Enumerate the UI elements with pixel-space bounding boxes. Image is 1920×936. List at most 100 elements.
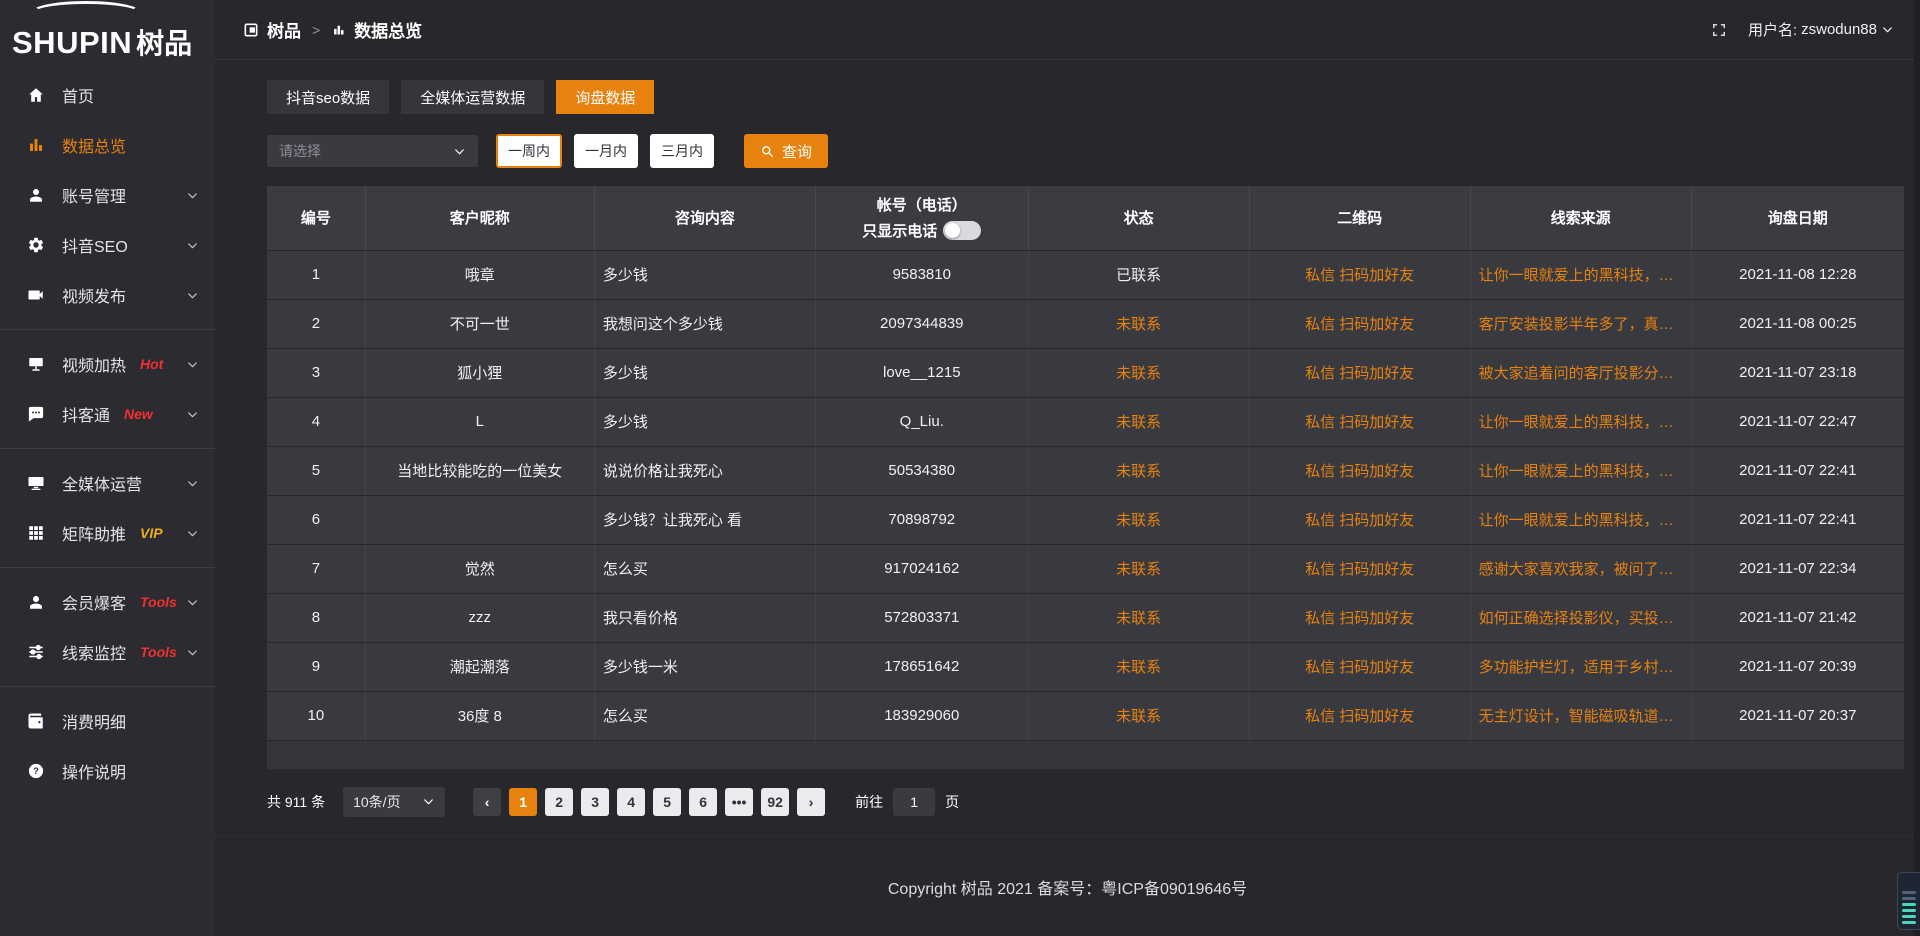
column-header-date: 询盘日期	[1691, 186, 1904, 250]
cell-qr-action[interactable]: 私信 扫码加好友	[1249, 397, 1470, 446]
user-area: 用户名: zswodun88	[1710, 19, 1894, 40]
sidebar-item-video-publish[interactable]: 视频发布	[0, 270, 215, 320]
cell-source-link[interactable]: 让你一眼就爱上的黑科技，能...	[1470, 250, 1691, 299]
pagination-page-5[interactable]: 5	[653, 788, 681, 816]
cell-status: 未联系	[1028, 495, 1249, 544]
cell-status: 已联系	[1028, 250, 1249, 299]
pagination-page-2[interactable]: 2	[545, 788, 573, 816]
period-buttons: 一周内一月内三月内	[496, 134, 714, 168]
cell-content: 多少钱一米	[594, 642, 815, 691]
sidebar-item-home[interactable]: 首页	[0, 70, 215, 120]
sidebar-divider	[0, 448, 215, 449]
user-menu[interactable]: 用户名: zswodun88	[1748, 19, 1894, 40]
sidebar: SHUPIN 树品 首页数据总览账号管理抖音SEO视频发布视频加热Hot抖客通N…	[0, 0, 215, 936]
inquiry-table: 编号客户昵称咨询内容帐号（电话）只显示电话状态二维码线索来源询盘日期 1哦章多少…	[267, 186, 1904, 741]
pagination-next-button[interactable]: ›	[797, 788, 825, 816]
pagination-page-1[interactable]: 1	[509, 788, 537, 816]
sidebar-item-help[interactable]: ?操作说明	[0, 746, 215, 796]
sidebar-item-leads-monitor[interactable]: 线索监控Tools	[0, 627, 215, 677]
cell-source-link[interactable]: 如何正确选择投影仪，买投影...	[1470, 593, 1691, 642]
cell-qr-action[interactable]: 私信 扫码加好友	[1249, 299, 1470, 348]
sidebar-item-matrix-boost[interactable]: 矩阵助推VIP	[0, 508, 215, 558]
sidebar-item-label: 首页	[62, 83, 94, 107]
pagination-page-92[interactable]: 92	[761, 788, 789, 816]
cell-source-link[interactable]: 让你一眼就爱上的黑科技，能...	[1470, 397, 1691, 446]
cell-qr-action[interactable]: 私信 扫码加好友	[1249, 446, 1470, 495]
sidebar-item-douketong[interactable]: 抖客通New	[0, 389, 215, 439]
table-row: 8zzz我只看价格572803371未联系私信 扫码加好友如何正确选择投影仪，买…	[267, 593, 1904, 642]
table-row: 7觉然怎么买917024162未联系私信 扫码加好友感谢大家喜欢我家，被问了好.…	[267, 544, 1904, 593]
breadcrumb-app[interactable]: 树品	[267, 17, 301, 42]
pagination-goto: 前往 1 页	[855, 788, 959, 816]
monitor-icon	[26, 473, 46, 493]
goto-page-input[interactable]: 1	[893, 788, 935, 816]
cell-qr-action[interactable]: 私信 扫码加好友	[1249, 544, 1470, 593]
app-icon	[243, 22, 259, 38]
tab-media-operation-data[interactable]: 全媒体运营数据	[401, 80, 544, 114]
account-phone-header: 帐号（电话）只显示电话	[816, 194, 1028, 241]
sidebar-item-media-operation[interactable]: 全媒体运营	[0, 458, 215, 508]
search-button[interactable]: 查询	[744, 134, 828, 168]
pagination-page-4[interactable]: 4	[617, 788, 645, 816]
widget-bar	[1902, 921, 1916, 924]
cell-no: 5	[267, 446, 365, 495]
pagination-prev-button[interactable]: ‹	[473, 788, 501, 816]
sidebar-item-label: 视频加热	[62, 352, 126, 376]
sliders-icon	[26, 642, 46, 662]
period-button-one-month[interactable]: 一月内	[574, 134, 638, 168]
cell-source-link[interactable]: 让你一眼就爱上的黑科技，能...	[1470, 446, 1691, 495]
cell-qr-action[interactable]: 私信 扫码加好友	[1249, 495, 1470, 544]
brand-logo[interactable]: SHUPIN 树品	[0, 0, 215, 64]
tab-inquiry-data[interactable]: 询盘数据	[556, 80, 654, 114]
sidebar-item-account-management[interactable]: 账号管理	[0, 170, 215, 220]
app-root: SHUPIN 树品 首页数据总览账号管理抖音SEO视频发布视频加热Hot抖客通N…	[0, 0, 1920, 936]
cell-account: Q_Liu.	[815, 397, 1028, 446]
inquiry-table-panel: 编号客户昵称咨询内容帐号（电话）只显示电话状态二维码线索来源询盘日期 1哦章多少…	[267, 186, 1904, 769]
sidebar-item-video-heat[interactable]: 视频加热Hot	[0, 339, 215, 389]
chevron-down-icon	[186, 289, 199, 302]
username-value: zswodun88	[1801, 21, 1877, 38]
cell-source-link[interactable]: 被大家追着问的客厅投影分享...	[1470, 348, 1691, 397]
sidebar-item-expense-detail[interactable]: 消费明细	[0, 696, 215, 746]
sidebar-item-label: 矩阵助推	[62, 521, 126, 545]
phone-only-toggle[interactable]	[943, 221, 981, 240]
sidebar-item-data-overview[interactable]: 数据总览	[0, 120, 215, 170]
pagination-ellipsis[interactable]: •••	[725, 788, 753, 816]
cell-qr-action[interactable]: 私信 扫码加好友	[1249, 642, 1470, 691]
scrollbar-track[interactable]	[1914, 0, 1920, 936]
pagination-page-3[interactable]: 3	[581, 788, 609, 816]
cell-source-link[interactable]: 无主灯设计，智能磁吸轨道灯...	[1470, 691, 1691, 740]
fullscreen-icon[interactable]	[1710, 21, 1728, 39]
cell-qr-action[interactable]: 私信 扫码加好友	[1249, 593, 1470, 642]
cell-date: 2021-11-08 00:25	[1691, 299, 1904, 348]
tab-douyin-seo-data[interactable]: 抖音seo数据	[267, 80, 389, 114]
cell-qr-action[interactable]: 私信 扫码加好友	[1249, 348, 1470, 397]
period-button-three-months[interactable]: 三月内	[650, 134, 714, 168]
table-row: 2不可一世我想问这个多少钱2097344839未联系私信 扫码加好友客厅安装投影…	[267, 299, 1904, 348]
page-size-select[interactable]: 10条/页	[343, 787, 445, 817]
cell-source-link[interactable]: 感谢大家喜欢我家，被问了好...	[1470, 544, 1691, 593]
column-header-no: 编号	[267, 186, 365, 250]
sidebar-item-label: 数据总览	[62, 133, 126, 157]
sidebar-item-douyin-seo[interactable]: 抖音SEO	[0, 220, 215, 270]
table-header-row: 编号客户昵称咨询内容帐号（电话）只显示电话状态二维码线索来源询盘日期	[267, 186, 1904, 250]
cell-qr-action[interactable]: 私信 扫码加好友	[1249, 250, 1470, 299]
cell-no: 1	[267, 250, 365, 299]
goto-label: 前往	[855, 792, 883, 812]
cell-source-link[interactable]: 多功能护栏灯，适用于乡村文...	[1470, 642, 1691, 691]
cell-nickname: zzz	[365, 593, 594, 642]
cell-status: 未联系	[1028, 397, 1249, 446]
period-button-one-week[interactable]: 一周内	[496, 134, 562, 168]
cell-qr-action[interactable]: 私信 扫码加好友	[1249, 691, 1470, 740]
sidebar-menu: 首页数据总览账号管理抖音SEO视频发布视频加热Hot抖客通New全媒体运营矩阵助…	[0, 64, 215, 796]
floating-widget[interactable]	[1897, 872, 1920, 930]
table-row: 1哦章多少钱9583810已联系私信 扫码加好友让你一眼就爱上的黑科技，能...…	[267, 250, 1904, 299]
sidebar-item-member-burst[interactable]: 会员爆客Tools	[0, 577, 215, 627]
column-header-nickname: 客户昵称	[365, 186, 594, 250]
filter-select[interactable]: 请选择	[267, 135, 478, 167]
cell-source-link[interactable]: 客厅安装投影半年多了，真实...	[1470, 299, 1691, 348]
sidebar-divider	[0, 567, 215, 568]
cell-nickname: 觉然	[365, 544, 594, 593]
pagination-page-6[interactable]: 6	[689, 788, 717, 816]
cell-source-link[interactable]: 让你一眼就爱上的黑科技，能...	[1470, 495, 1691, 544]
